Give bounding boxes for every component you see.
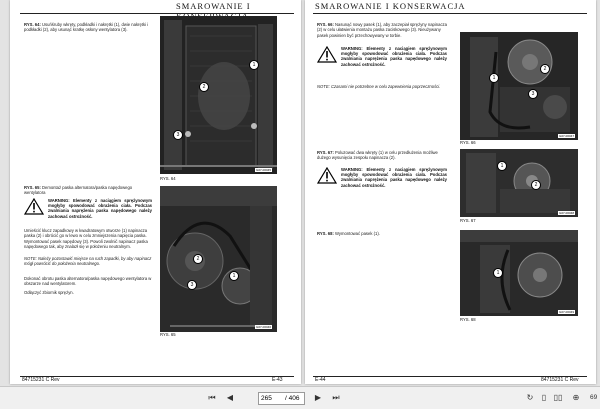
warning-box-left: WARNING: Elementy z naciągiem sprężynowy… xyxy=(24,198,154,232)
page-count: / 406 xyxy=(285,395,300,402)
paragraph-2: Dokonać obrotu paska alternatora/paska n… xyxy=(24,276,152,287)
header-rule xyxy=(20,13,294,14)
fig64-callout-1: 1 xyxy=(249,60,259,70)
current-page-input[interactable]: 265 xyxy=(261,393,272,404)
footer-page-number: E-43 xyxy=(272,377,283,383)
note-right: NOTE: Czasami nie potrzebne w celu zapew… xyxy=(317,84,441,89)
pdf-navigation-toolbar: ⏮ ◀ 265 / 406 ▶ ⏭ ↻ ▯ ▯▯ ⊕ 69 xyxy=(0,386,600,409)
figure-68-photo xyxy=(460,230,578,316)
warning-triangle-icon xyxy=(317,167,337,184)
fig64-stamp: G07-00045 xyxy=(255,168,273,172)
fig67-instruction: RYS. 67: Poluzować dwa wkręty (1) w celu… xyxy=(317,150,438,161)
fig64-callout-3: 3 xyxy=(173,130,183,140)
fig64-caption: RYS. 64 xyxy=(160,176,176,181)
footer-doc-number: 84715231 C Rev xyxy=(22,377,60,383)
fig65-callout-2: 2 xyxy=(193,254,203,264)
fig66-caption: RYS. 66 xyxy=(460,140,476,145)
warning-box-right-2: WARNING: Elementy z naciągiem sprężynowy… xyxy=(317,167,449,201)
fig64-instruction: RYS. 64: Usuńśruby wkręty, podkładki i n… xyxy=(24,22,149,33)
fig65-callout-1: 1 xyxy=(229,271,239,281)
fig66-callout-1: 1 xyxy=(489,73,499,83)
procedure-paragraph: Umieścić klucz zapadkowy w kwadratowym o… xyxy=(24,228,148,250)
fig67-callout-2: 2 xyxy=(531,180,541,190)
fig68-callout-1: 1 xyxy=(493,268,503,278)
fig68-instruction: RYS. 68: Wymontować pasek (1). xyxy=(317,231,380,236)
fig66-instruction: RYS. 66: Nasunąć nowy pasek (1), aby zac… xyxy=(317,22,447,38)
note-left: NOTE: Należy pozostawić miejsce na ruch … xyxy=(24,256,152,267)
single-page-view-icon[interactable]: ▯ xyxy=(538,392,550,404)
next-page-icon[interactable]: ▶ xyxy=(312,392,324,404)
zoom-icon[interactable]: ⊕ xyxy=(570,392,582,404)
fig68-caption: RYS. 68 xyxy=(460,317,476,322)
page-left: SMAROWANIE I KONSERWACJA RYS. 64: Usuńśr… xyxy=(10,0,301,384)
fig67-caption: RYS. 67 xyxy=(460,218,476,223)
fig65-instruction: RYS. 65: Demontaż paska alternatora/pask… xyxy=(24,185,133,196)
figure-65-photo xyxy=(160,186,277,332)
fig65-caption: RYS. 65 xyxy=(160,332,176,337)
rotate-icon[interactable]: ↻ xyxy=(524,392,536,404)
document-viewport[interactable]: SMAROWANIE I KONSERWACJA RYS. 64: Usuńśr… xyxy=(0,0,600,386)
fig65-stamp: G07-00046 xyxy=(255,325,273,329)
previous-page-icon[interactable]: ◀ xyxy=(224,392,236,404)
warning-triangle-icon xyxy=(24,198,44,215)
page-number-field[interactable]: 265 / 406 xyxy=(258,392,305,405)
paragraph-3: Odłączyć zbiornik sprężyn. xyxy=(24,290,74,295)
two-page-view-icon[interactable]: ▯▯ xyxy=(552,392,564,404)
fig64-callout-2: 2 xyxy=(199,82,209,92)
fig68-stamp: G07-00049 xyxy=(558,310,576,314)
fig67-callout-1: 1 xyxy=(497,161,507,171)
last-page-icon[interactable]: ⏭ xyxy=(330,392,342,404)
figure-67-photo xyxy=(460,149,578,217)
header-rule xyxy=(313,13,587,14)
fig66-stamp: G07-00047 xyxy=(558,134,576,138)
footer-page-number: E-44 xyxy=(315,377,326,383)
warning-box-right-1: WARNING: Elementy z naciągiem sprężynowy… xyxy=(317,46,449,80)
fig66-callout-2: 2 xyxy=(540,64,550,74)
fig67-stamp: G07-00048 xyxy=(558,211,576,215)
footer-doc-number: 84715231 C Rev xyxy=(541,377,579,383)
figure-66-photo xyxy=(460,32,578,140)
figure-64-photo xyxy=(160,16,277,174)
zoom-level[interactable]: 69 xyxy=(590,392,597,404)
page-header-title: SMAROWANIE I KONSERWACJA xyxy=(315,1,466,11)
page-right: SMAROWANIE I KONSERWACJA RYS. 66: Nasuną… xyxy=(305,0,596,384)
warning-triangle-icon xyxy=(317,46,337,63)
fig66-callout-3: 3 xyxy=(528,89,538,99)
warning-text-left: WARNING: Elementy z naciągiem sprężynowy… xyxy=(48,198,152,219)
first-page-icon[interactable]: ⏮ xyxy=(206,392,218,404)
fig65-callout-3: 3 xyxy=(187,280,197,290)
footer-rule xyxy=(20,376,294,377)
warning-text-right-2: WARNING: Elementy z naciągiem sprężynowy… xyxy=(341,167,447,188)
warning-text-right-1: WARNING: Elementy z naciągiem sprężynowy… xyxy=(341,46,447,67)
